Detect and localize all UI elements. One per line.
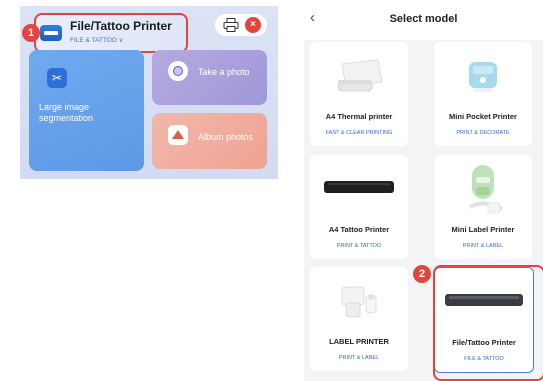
printer-selector-card[interactable]: File/Tattoo Printer FILE & TATTOO ∨ 1 [22, 13, 188, 53]
model-name: LABEL PRINTER [329, 337, 389, 346]
camera-icon [168, 61, 188, 81]
printer-category[interactable]: FILE & TATTOO ∨ [70, 36, 123, 44]
model-tag: FAST & CLEAR PRINTING [325, 130, 393, 136]
segmentation-icon: ✂ [47, 68, 67, 88]
model-card-a4-thermal[interactable]: A4 Thermal printer FAST & CLEAR PRINTING [310, 42, 408, 146]
a4-tattoo-printer-image [324, 181, 394, 193]
model-name: A4 Thermal printer [325, 112, 393, 121]
select-model-screen: ‹ Select model A4 Thermal printer FAST &… [304, 0, 543, 381]
model-name: A4 Tattoo Printer [328, 225, 390, 234]
nav-bar: ‹ Select model [304, 0, 543, 40]
printer-name: File/Tattoo Printer [70, 19, 172, 33]
take-photo-label: Take a photo [198, 67, 250, 77]
take-photo-tile[interactable]: Take a photo [152, 50, 267, 105]
mini-pocket-printer-image [469, 62, 497, 92]
model-tag: PRINT & DECORATE [456, 130, 510, 136]
step-badge-1: 1 [22, 24, 40, 42]
home-screen: File/Tattoo Printer FILE & TATTOO ∨ 1 × … [20, 6, 278, 179]
printer-icon[interactable] [223, 18, 239, 32]
top-actions-pill: × [215, 14, 267, 36]
model-card-mini-label[interactable]: Mini Label Printer PRINT & LABEL [434, 155, 532, 259]
page-title: Select model [389, 13, 458, 25]
close-icon[interactable]: × [245, 17, 261, 33]
model-card-mini-pocket[interactable]: Mini Pocket Printer PRINT & DECORATE [434, 42, 532, 146]
model-tag: PRINT & LABEL [462, 243, 504, 249]
model-tag: PRINT & LABEL [338, 355, 380, 361]
step-badge-2: 2 [413, 265, 431, 283]
album-photos-tile[interactable]: Album photos [152, 113, 267, 169]
printer-logo-icon [40, 25, 62, 41]
large-image-label: Large image segmentation [39, 102, 94, 123]
selection-highlight [433, 265, 543, 381]
model-name: Mini Pocket Printer [449, 112, 517, 121]
model-card-a4-tattoo[interactable]: A4 Tattoo Printer PRINT & TATTOO [310, 155, 408, 259]
a4-thermal-printer-image [337, 59, 383, 92]
album-photos-label: Album photos [198, 132, 254, 142]
model-name: Mini Label Printer [451, 225, 515, 234]
mini-label-printer-image [469, 165, 503, 214]
model-card-label-printer[interactable]: LABEL PRINTER PRINT & LABEL [310, 267, 408, 371]
label-printer-image [341, 286, 377, 318]
model-tag: PRINT & TATTOO [336, 243, 382, 249]
album-icon [168, 125, 188, 145]
large-image-tile[interactable]: ✂ Large image segmentation [29, 50, 144, 171]
